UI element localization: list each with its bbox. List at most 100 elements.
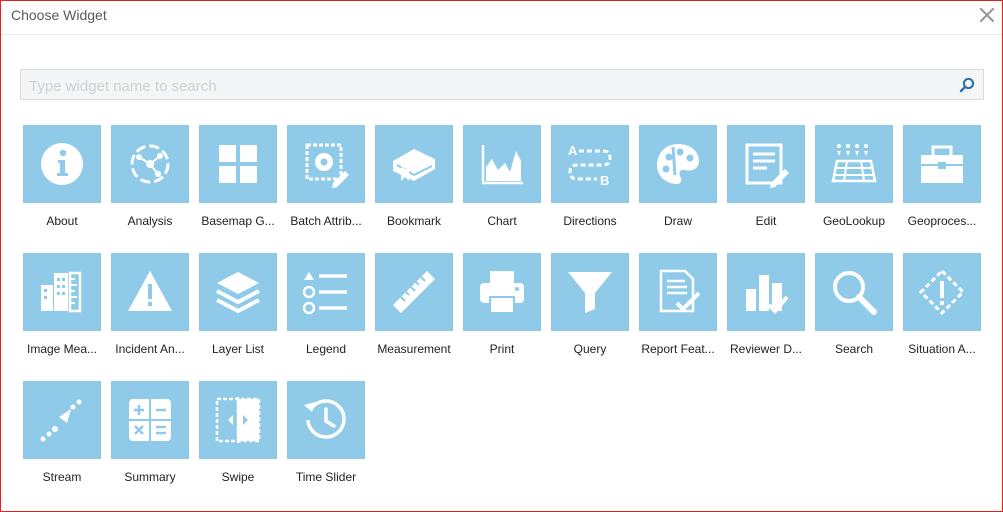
widget-tile-button[interactable]	[727, 253, 805, 331]
dialog-titlebar: Choose Widget	[1, 1, 1002, 35]
widget-tile[interactable]: Edit	[727, 125, 805, 228]
clock-icon	[304, 399, 346, 439]
widget-tile-button[interactable]	[23, 253, 101, 331]
widget-tile[interactable]: Analysis	[111, 125, 189, 228]
edit-icon	[745, 143, 789, 188]
widget-label: Report Feat...	[641, 342, 715, 356]
widget-tile[interactable]: Draw	[639, 125, 717, 228]
widget-label: Stream	[42, 470, 82, 484]
search-box	[20, 69, 984, 100]
widget-label: Chart	[487, 214, 517, 228]
widget-tile[interactable]: Chart	[463, 125, 541, 228]
widget-label: Draw	[663, 214, 692, 228]
widget-label: Situation A...	[908, 342, 976, 356]
widget-label: Time Slider	[295, 470, 357, 484]
widget-tile-button[interactable]	[287, 125, 365, 203]
widget-label: GeoLookup	[822, 214, 886, 228]
widget-tile-button[interactable]	[903, 253, 981, 331]
widget-label: Batch Attrib...	[290, 214, 362, 228]
widget-label: Layer List	[211, 342, 265, 356]
widget-tile-button[interactable]	[639, 253, 717, 331]
bookmark-icon	[393, 149, 435, 181]
widget-tile-button[interactable]	[727, 125, 805, 203]
palette-icon	[657, 144, 699, 184]
widget-tile-button[interactable]	[23, 125, 101, 203]
widget-tile[interactable]: Legend	[287, 253, 365, 356]
widget-tile[interactable]: Time Slider	[287, 381, 365, 484]
widget-tile-button[interactable]	[551, 253, 629, 331]
widget-label: Basemap G...	[201, 214, 275, 228]
widget-tile-button[interactable]	[111, 253, 189, 331]
choose-widget-dialog: Choose Widget About Analysis Basemap G... B…	[0, 0, 1003, 512]
widget-tile[interactable]: Incident An...	[111, 253, 189, 356]
widget-label: Directions	[563, 214, 617, 228]
chart-icon	[481, 145, 523, 185]
image-measurement-icon	[41, 271, 82, 313]
search-input[interactable]	[27, 74, 931, 98]
widget-tile-button[interactable]	[903, 125, 981, 203]
widget-tile[interactable]: Report Feat...	[639, 253, 717, 356]
widget-tile[interactable]: GeoLookup	[815, 125, 893, 228]
printer-icon	[480, 271, 524, 314]
widget-tile[interactable]: Image Mea...	[23, 253, 101, 356]
widget-label: Geoproces...	[907, 214, 977, 228]
widget-label: Bookmark	[386, 214, 442, 228]
geolookup-icon	[831, 144, 877, 183]
widget-tile[interactable]: Summary	[111, 381, 189, 484]
widget-tile-button[interactable]	[463, 125, 541, 203]
widget-tile[interactable]: Reviewer D...	[727, 253, 805, 356]
widget-label: Edit	[755, 214, 777, 228]
widget-tile-button[interactable]	[111, 381, 189, 459]
widget-tile[interactable]: Search	[815, 253, 893, 356]
legend-icon	[302, 272, 347, 315]
funnel-icon	[568, 272, 612, 313]
widget-label: Legend	[305, 342, 347, 356]
widget-tile-button[interactable]	[111, 125, 189, 203]
close-icon[interactable]	[978, 6, 996, 24]
dialog-title: Choose Widget	[11, 7, 107, 23]
layers-icon	[216, 272, 260, 314]
widget-tile-button[interactable]	[815, 253, 893, 331]
widget-label: Measurement	[377, 342, 451, 356]
widget-tile-button[interactable]	[199, 125, 277, 203]
widget-tile-button[interactable]: AB	[551, 125, 629, 203]
widget-tile-button[interactable]	[463, 253, 541, 331]
report-feature-icon	[659, 269, 701, 313]
calculator-icon	[129, 399, 171, 441]
widget-tile-button[interactable]	[199, 381, 277, 459]
widget-tile[interactable]: Bookmark	[375, 125, 453, 228]
batch-attribute-editor-icon	[305, 143, 349, 188]
widget-tile[interactable]: Basemap G...	[199, 125, 277, 228]
widget-label: Print	[489, 342, 515, 356]
toolbox-icon	[921, 145, 963, 183]
widget-tile[interactable]: Print	[463, 253, 541, 356]
widget-tile-button[interactable]	[199, 253, 277, 331]
widget-label: Swipe	[221, 470, 255, 484]
widget-tile[interactable]: Measurement	[375, 253, 453, 356]
widget-tile-button[interactable]	[287, 253, 365, 331]
widget-tile-button[interactable]	[375, 253, 453, 331]
warning-icon	[128, 271, 172, 311]
widget-label: Reviewer D...	[729, 342, 803, 356]
reviewer-dashboard-icon	[746, 275, 789, 314]
widget-tile-button[interactable]	[287, 381, 365, 459]
widget-tile[interactable]: Situation A...	[903, 253, 981, 356]
widget-tile[interactable]: Swipe	[199, 381, 277, 484]
info-icon	[41, 143, 83, 185]
widget-tile-button[interactable]	[639, 125, 717, 203]
widget-tile[interactable]: Query	[551, 253, 629, 356]
widget-tile-button[interactable]	[815, 125, 893, 203]
widget-tile[interactable]: Batch Attrib...	[287, 125, 365, 228]
widget-label: Search	[834, 342, 874, 356]
widget-tile[interactable]: Layer List	[199, 253, 277, 356]
search-icon[interactable]	[959, 77, 975, 93]
widget-label: Query	[573, 342, 607, 356]
widget-tile[interactable]: A B Directions	[551, 125, 629, 228]
ruler-icon	[393, 271, 435, 313]
widget-tile[interactable]: About	[23, 125, 101, 228]
widget-tile[interactable]: Stream	[23, 381, 101, 484]
widget-tile[interactable]: Geoproces...	[903, 125, 981, 228]
widget-tile-button[interactable]	[375, 125, 453, 203]
widget-tile-button[interactable]	[23, 381, 101, 459]
svg-text:A: A	[568, 143, 578, 158]
